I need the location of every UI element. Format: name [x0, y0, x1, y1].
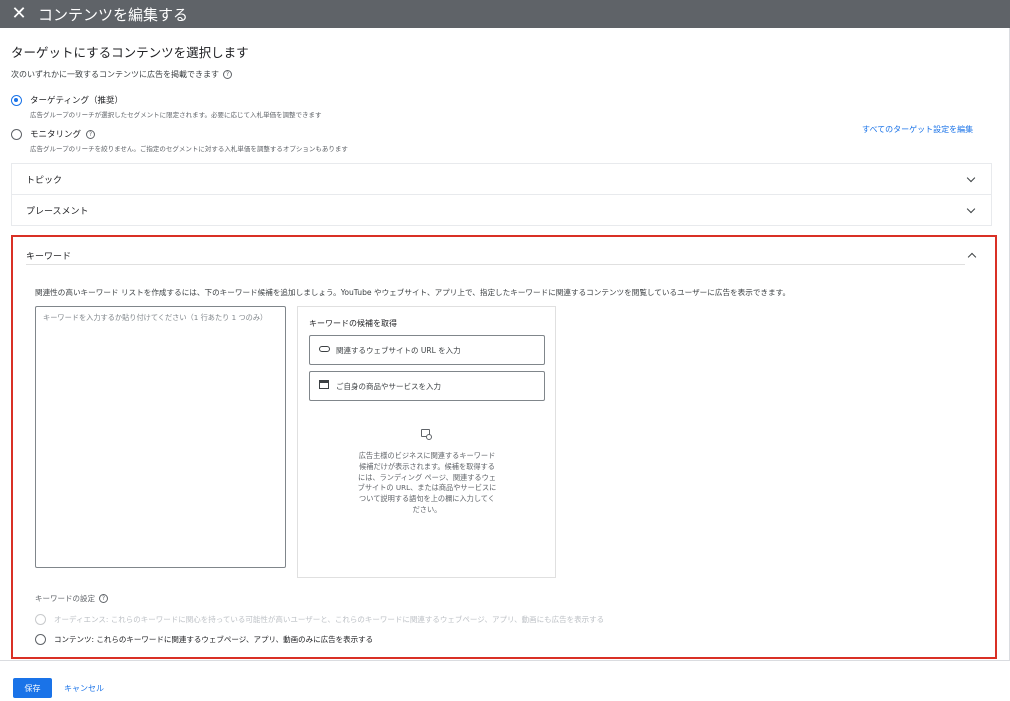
- product-service-input-label: ご自身の商品やサービスを入力: [336, 381, 441, 391]
- radio-content[interactable]: コンテンツ: これらのキーワードに関連するウェブページ、アプリ、動画のみに広告を…: [35, 634, 373, 645]
- edit-all-targeting-link[interactable]: すべてのターゲット設定を編集: [862, 124, 973, 135]
- search-page-icon: [420, 428, 432, 440]
- store-icon: [318, 380, 330, 392]
- radio-audience: オーディエンス: これらのキーワードに関心を持っている可能性が高いユーザーと、こ…: [35, 614, 604, 625]
- radio-targeting-label: ターゲティング（推奨）: [30, 96, 123, 106]
- panel-placements[interactable]: プレースメント: [11, 194, 992, 226]
- suggestions-info: 広告主様のビジネスに関連するキーワード候補だけが表示されます。候補を取得するには…: [357, 451, 497, 514]
- panel-placements-title: プレースメント: [26, 206, 89, 217]
- radio-button-checked-icon[interactable]: [11, 95, 22, 106]
- keyword-suggestions-box: キーワードの候補を取得 関連するウェブサイトの URL を入力 ご自身の商品やサ…: [297, 306, 556, 578]
- footer: 保存 キャンセル: [0, 660, 1010, 701]
- radio-button-icon[interactable]: [11, 129, 22, 140]
- website-url-input[interactable]: 関連するウェブサイトの URL を入力: [309, 335, 545, 365]
- close-icon[interactable]: ✕: [0, 0, 38, 28]
- website-url-input-label: 関連するウェブサイトの URL を入力: [336, 345, 461, 355]
- save-button[interactable]: 保存: [13, 678, 52, 698]
- suggestions-title: キーワードの候補を取得: [309, 319, 397, 328]
- help-icon[interactable]: ?: [99, 594, 108, 603]
- top-bar: ✕ コンテンツを編集する: [0, 0, 1010, 28]
- radio-targeting-desc: 広告グループのリーチが選択したセグメントに限定されます。必要に応じて入札単価を調…: [30, 111, 322, 119]
- help-icon[interactable]: ?: [86, 129, 96, 139]
- chevron-up-icon[interactable]: [966, 249, 978, 261]
- chevron-down-icon[interactable]: [965, 173, 977, 185]
- keyword-settings-row: キーワードの設定 ?: [35, 593, 108, 604]
- content-editor: ターゲットにするコンテンツを選択します 次のいずれかに一致するコンテンツに広告を…: [0, 28, 1010, 660]
- panel-topics-title: トピック: [26, 175, 63, 186]
- radio-monitoring[interactable]: モニタリング ? 広告グループのリーチを絞りません。ご指定のセグメントに対する入…: [11, 128, 348, 153]
- link-icon: [318, 345, 330, 355]
- panel-keywords: キーワード 関連性の高いキーワード リストを作成するには、下のキーワード候補を追…: [11, 235, 997, 659]
- divider: [26, 264, 965, 265]
- keywords-description: 関連性の高いキーワード リストを作成するには、下のキーワード候補を追加しましょう…: [35, 288, 791, 297]
- help-icon[interactable]: ?: [223, 70, 232, 79]
- radio-monitoring-desc: 広告グループのリーチを絞りません。ご指定のセグメントに対する入札単価を調整するオ…: [30, 145, 348, 153]
- radio-monitoring-label: モニタリング: [30, 130, 82, 140]
- section-subtext-row: 次のいずれかに一致するコンテンツに広告を掲載できます ?: [11, 69, 232, 80]
- radio-audience-label: オーディエンス: これらのキーワードに関心を持っている可能性が高いユーザーと、こ…: [54, 615, 605, 624]
- panel-keywords-title: キーワード: [26, 252, 72, 262]
- radio-button-icon: [35, 614, 46, 625]
- section-heading: ターゲットにするコンテンツを選択します: [11, 45, 249, 60]
- chevron-down-icon[interactable]: [965, 204, 977, 216]
- section-subtext: 次のいずれかに一致するコンテンツに広告を掲載できます: [11, 70, 219, 79]
- product-service-input[interactable]: ご自身の商品やサービスを入力: [309, 371, 545, 401]
- keyword-settings-label: キーワードの設定: [35, 594, 95, 603]
- cancel-button[interactable]: キャンセル: [64, 678, 104, 698]
- keyword-input[interactable]: キーワードを入力するか貼り付けてください（1 行あたり 1 つのみ）: [35, 306, 286, 568]
- panel-topics[interactable]: トピック: [11, 163, 992, 195]
- radio-button-icon[interactable]: [35, 634, 46, 645]
- radio-content-label: コンテンツ: これらのキーワードに関連するウェブページ、アプリ、動画のみに広告を…: [54, 635, 374, 644]
- dialog-title: コンテンツを編集する: [38, 5, 189, 24]
- radio-targeting[interactable]: ターゲティング（推奨） 広告グループのリーチが選択したセグメントに限定されます。…: [11, 94, 321, 119]
